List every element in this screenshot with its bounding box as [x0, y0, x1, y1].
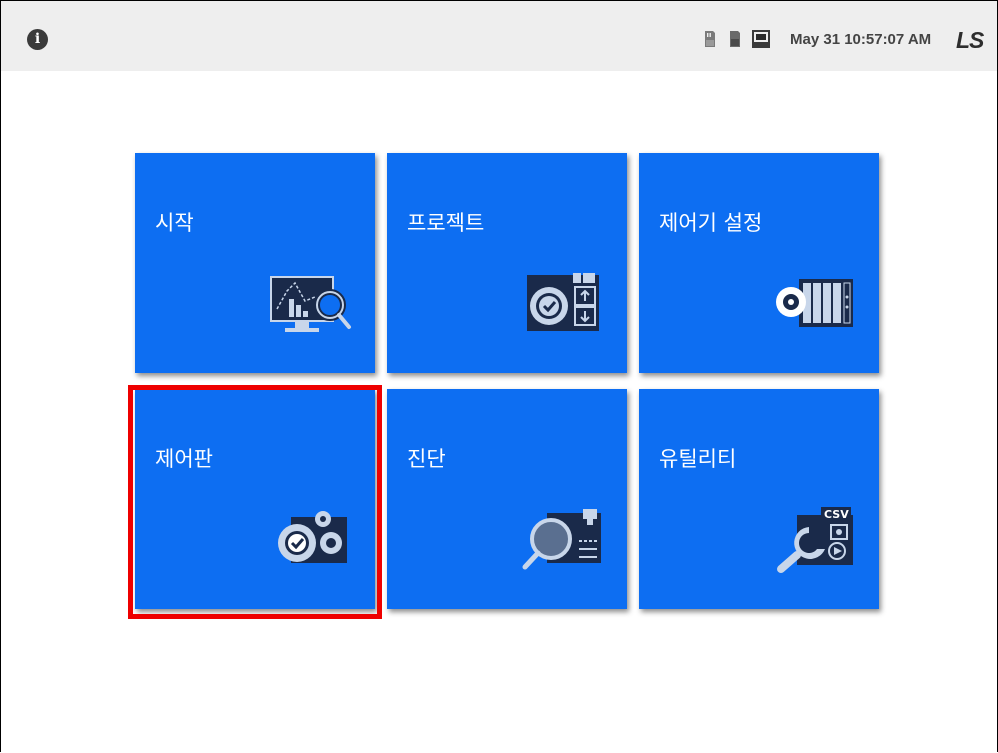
tile-label: 시작 — [155, 211, 194, 235]
app-screen: i May 31 10:57:07 AM LS 시작 프로젝트 제어기 설정 제… — [0, 0, 998, 752]
sd-card-icon — [705, 31, 715, 47]
tile-label: 프로젝트 — [407, 211, 485, 235]
tile-label: 진단 — [407, 447, 446, 471]
ls-logo: LS — [956, 27, 984, 53]
tile-label: 유틸리티 — [659, 447, 737, 471]
ethernet-icon — [752, 30, 770, 48]
status-icons — [705, 30, 770, 48]
diagnosis-magnifier-icon — [522, 509, 601, 570]
tile-control-panel[interactable]: 제어판 — [135, 389, 375, 609]
tile-project[interactable]: 프로젝트 — [387, 153, 627, 373]
top-bar: i May 31 10:57:07 AM LS — [1, 1, 997, 71]
tile-start[interactable]: 시작 — [135, 153, 375, 373]
wrench-csv-icon: CSV — [777, 507, 853, 573]
tile-diagnosis[interactable]: 진단 — [387, 389, 627, 609]
controller-gear-icon — [776, 279, 853, 327]
tile-label: 제어판 — [155, 447, 213, 471]
monitor-chart-search-icon — [270, 276, 351, 332]
tile-label: 제어기 설정 — [659, 211, 763, 235]
gears-check-icon — [278, 511, 347, 563]
tile-controller-settings[interactable]: 제어기 설정 — [639, 153, 879, 373]
svg-text:CSV: CSV — [824, 508, 849, 521]
sd-card-icon — [730, 31, 740, 47]
datetime: May 31 10:57:07 AM — [790, 31, 932, 48]
project-gear-transfer-icon — [527, 273, 599, 331]
info-icon[interactable]: i — [27, 29, 48, 50]
tile-utility[interactable]: 유틸리티 CSV — [639, 389, 879, 609]
